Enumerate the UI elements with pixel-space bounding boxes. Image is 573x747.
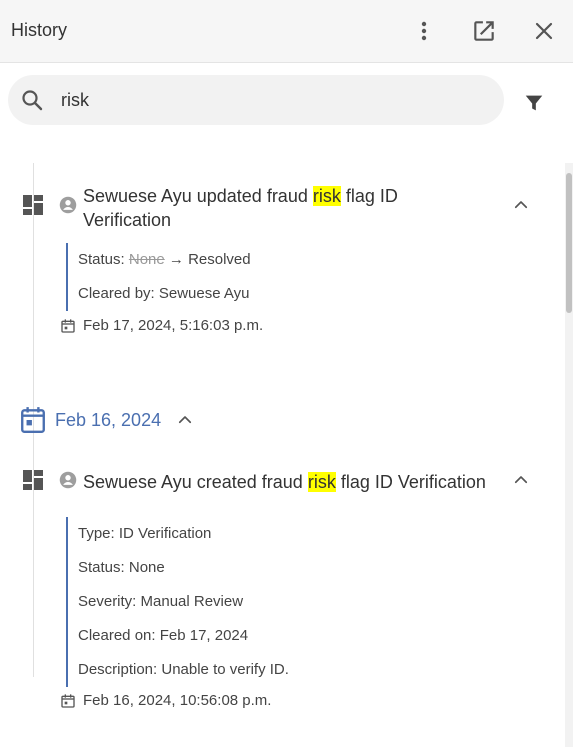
account-circle-icon	[59, 471, 77, 489]
filter-icon	[525, 95, 543, 111]
detail-description: Description: Unable to verify ID.	[78, 661, 289, 678]
detail-type: Type: ID Verification	[78, 525, 212, 542]
close-icon	[535, 22, 553, 40]
event-details: Type: ID Verification Status: None Sever…	[66, 517, 289, 687]
detail-status: Status: None	[78, 559, 165, 576]
event-title-text: Sewuese Ayu updated fraud	[83, 186, 313, 206]
detail-cleared-by: Cleared by: Sewuese Ayu	[78, 285, 250, 302]
search-row	[0, 63, 573, 141]
event-title-text: flag ID Verification	[335, 472, 486, 492]
account-circle-icon	[59, 196, 77, 214]
close-button[interactable]	[529, 16, 559, 46]
date-group-header: Feb 16, 2024	[20, 406, 195, 434]
event-details: Status: None → Resolved Cleared by: Sewu…	[66, 243, 251, 311]
detail-status-old: None	[128, 251, 165, 268]
dashboard-icon	[23, 470, 43, 490]
event-timestamp: Feb 16, 2024, 10:56:08 p.m.	[60, 692, 271, 709]
detail-status-label: Status:	[78, 251, 129, 268]
detail-status-arrow: →	[164, 251, 189, 268]
filter-button[interactable]	[521, 90, 547, 116]
calendar-icon	[21, 407, 45, 434]
date-group-label: Feb 16, 2024	[55, 409, 162, 430]
search-box[interactable]	[8, 75, 504, 125]
timestamp-text: Feb 16, 2024, 10:56:08 p.m.	[83, 692, 272, 709]
chevron-up-icon	[514, 476, 528, 484]
chevron-up-icon	[179, 416, 192, 424]
collapse-date-group-button[interactable]	[175, 410, 195, 430]
event-title-text: Sewuese Ayu created fraud	[83, 472, 308, 492]
collapse-event-button[interactable]	[511, 470, 531, 490]
dashboard-icon	[23, 195, 43, 215]
detail-status-new: Resolved	[188, 251, 251, 268]
event-title: Sewuese Ayu updated fraud risk flag ID V…	[83, 184, 443, 232]
search-highlight: risk	[312, 186, 341, 206]
scrollbar-thumb[interactable]	[566, 173, 572, 313]
search-highlight: risk	[307, 472, 336, 492]
search-icon	[22, 90, 43, 111]
more-options-button[interactable]	[409, 16, 439, 46]
detail-status: Status: None → Resolved	[68, 243, 251, 277]
timestamp-text: Feb 17, 2024, 5:16:03 p.m.	[83, 317, 264, 334]
panel-header: History	[0, 0, 573, 63]
open-in-new-button[interactable]	[469, 16, 499, 46]
search-input[interactable]	[61, 84, 481, 116]
detail-cleared-on: Cleared on: Feb 17, 2024	[78, 627, 249, 644]
collapse-event-button[interactable]	[511, 195, 531, 215]
detail-severity: Severity: Manual Review	[78, 593, 244, 610]
open-in-new-icon	[474, 21, 494, 41]
calendar-icon	[61, 693, 75, 708]
more-vert-icon	[421, 21, 427, 41]
event-timestamp: Feb 17, 2024, 5:16:03 p.m.	[60, 317, 263, 334]
event-title: Sewuese Ayu created fraud risk flag ID V…	[83, 470, 503, 494]
chevron-up-icon	[514, 201, 528, 209]
panel-title: History	[11, 20, 68, 40]
calendar-icon	[61, 318, 75, 333]
